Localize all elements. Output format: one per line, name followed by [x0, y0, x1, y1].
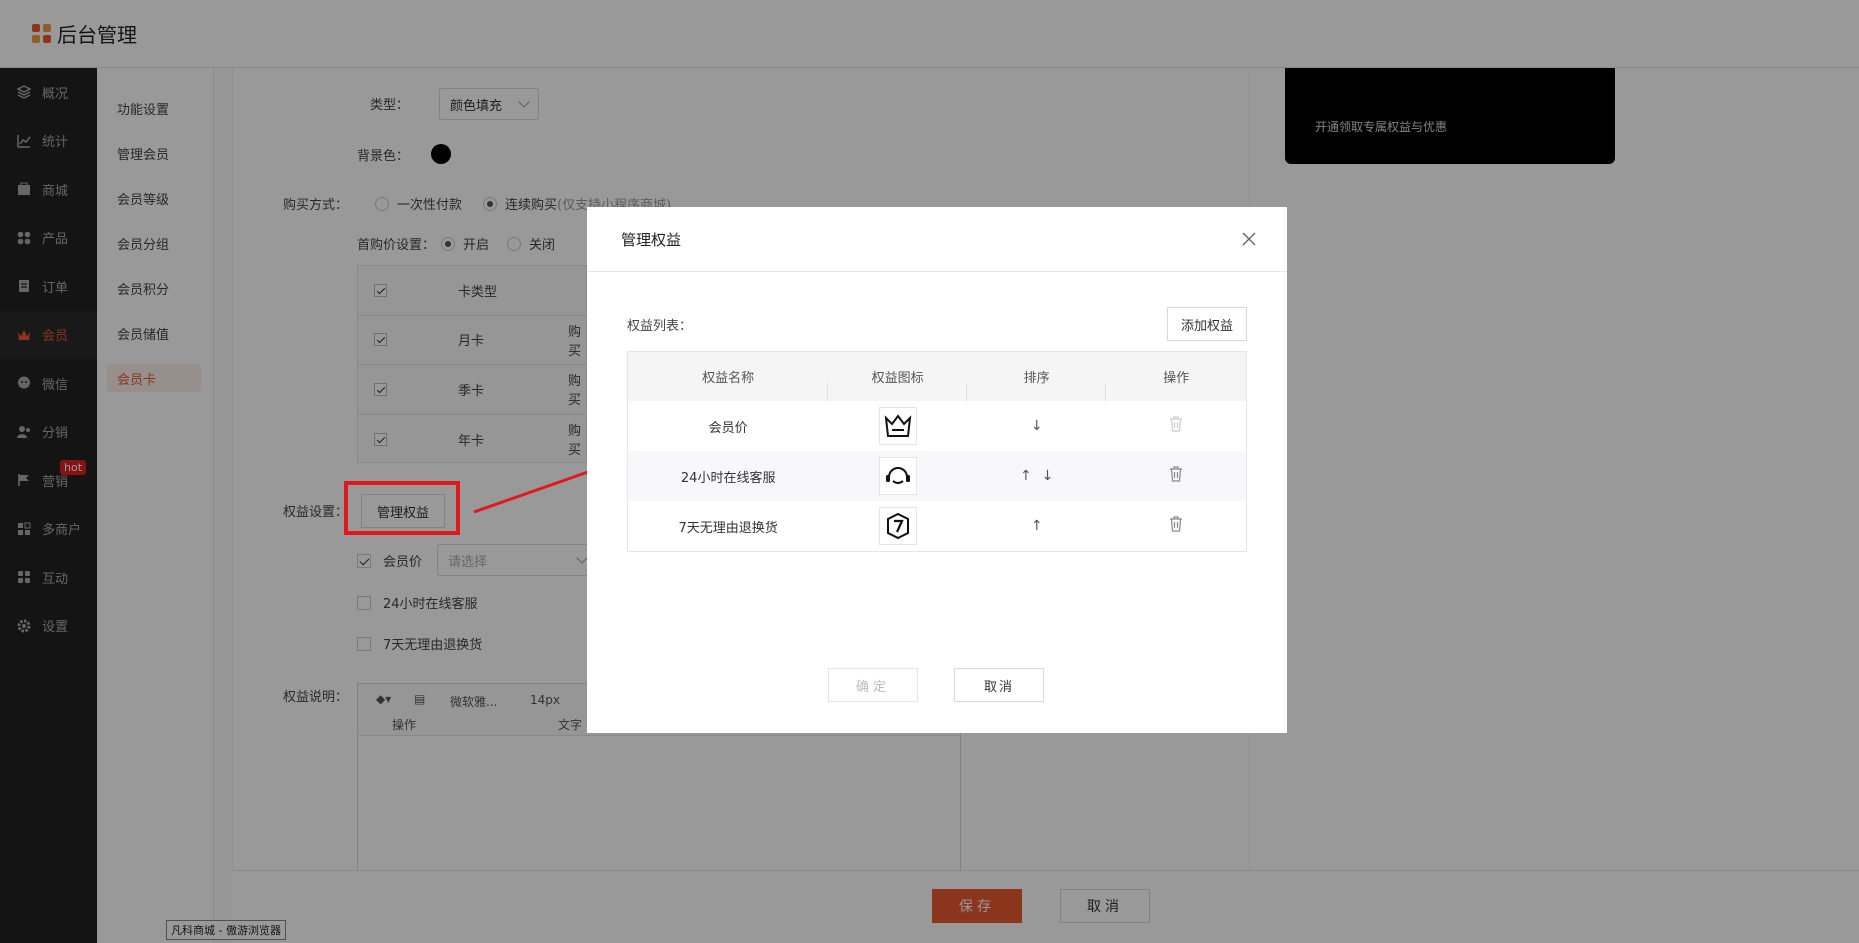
dialog-header: 管理权益 [587, 207, 1287, 272]
trash-icon[interactable] [1169, 416, 1183, 436]
benefit-name: 7天无理由退换货 [678, 520, 778, 536]
table-header: 权益名称 权益图标 排序 操作 [628, 352, 1246, 401]
move-down-icon[interactable]: ↓ [1042, 468, 1054, 484]
close-icon[interactable] [1239, 229, 1259, 249]
header-sort: 排序 [967, 367, 1107, 401]
crown-icon [878, 407, 917, 445]
dialog-cancel-button[interactable]: 取消 [954, 668, 1044, 702]
move-up-icon[interactable]: ↑ [1031, 518, 1043, 534]
trash-icon[interactable] [1169, 466, 1183, 486]
benefit-name: 24小时在线客服 [680, 470, 776, 486]
table-row: 7天无理由退换货 ↑ [628, 501, 1246, 551]
move-up-icon[interactable]: ↑ [1020, 468, 1032, 484]
header-actions: 操作 [1163, 371, 1190, 386]
benefits-table: 权益名称 权益图标 排序 操作 会员价 ↓ 24小时在线客服 ↑ ↓ 7天无理由… [627, 351, 1247, 552]
header-benefit-icon: 权益图标 [828, 367, 967, 401]
seven-day-icon [878, 507, 917, 545]
trash-icon[interactable] [1169, 516, 1183, 536]
table-row: 会员价 ↓ [628, 401, 1246, 451]
headset-icon [878, 457, 917, 495]
add-benefit-button[interactable]: 添加权益 [1167, 307, 1247, 341]
highlight-box [344, 481, 460, 535]
move-down-icon[interactable]: ↓ [1031, 418, 1043, 434]
confirm-button[interactable]: 确定 [828, 668, 918, 702]
dialog-title: 管理权益 [621, 230, 682, 249]
manage-benefits-dialog: 管理权益 权益列表： 添加权益 权益名称 权益图标 排序 操作 会员价 ↓ 24… [587, 207, 1287, 733]
benefit-name: 会员价 [708, 420, 748, 436]
header-benefit-name: 权益名称 [628, 367, 829, 401]
table-row: 24小时在线客服 ↑ ↓ [628, 451, 1246, 501]
benefit-list-label: 权益列表： [627, 319, 693, 334]
